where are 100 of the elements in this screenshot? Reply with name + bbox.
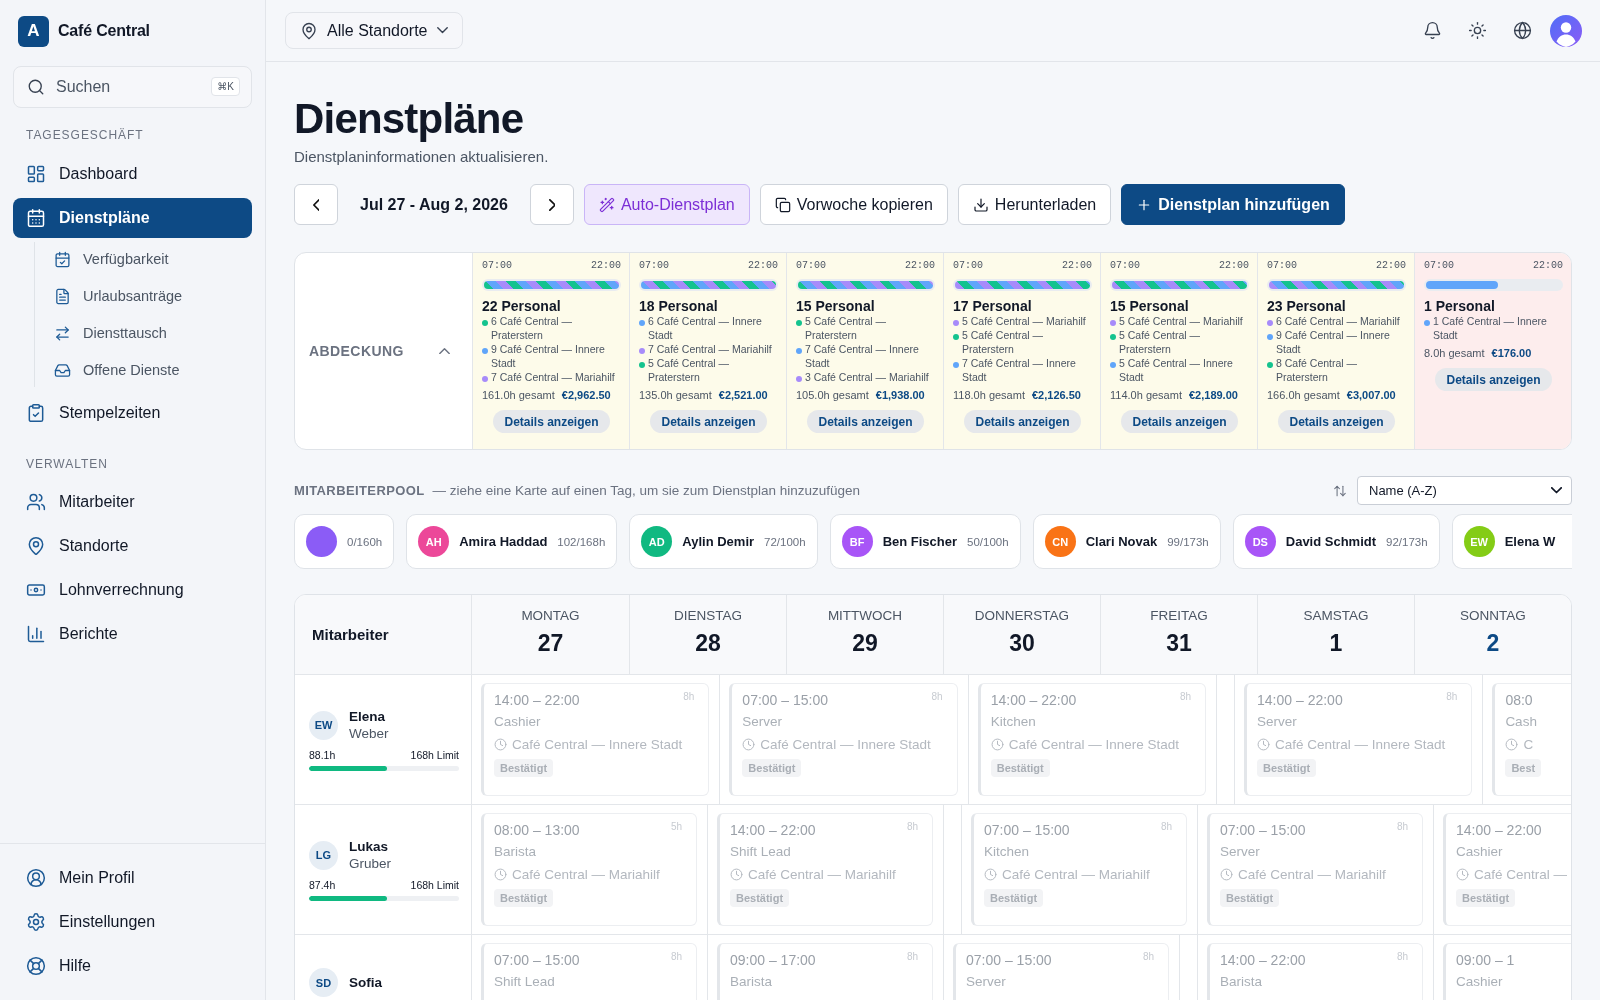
- details-button[interactable]: Details anzeigen: [964, 410, 1081, 433]
- total-cost: €2,189.00: [1188, 388, 1238, 403]
- nav-item[interactable]: Berichte: [13, 614, 252, 654]
- user-circle-icon: [26, 868, 46, 888]
- end-time: 22:00: [748, 260, 778, 272]
- shift-time: 07:00 – 15:00: [966, 951, 1052, 970]
- nav-item[interactable]: Dashboard: [13, 154, 252, 194]
- details-button[interactable]: Details anzeigen: [1278, 410, 1395, 433]
- shift-location: Café Central — Mariahilf: [748, 866, 896, 882]
- nav-item[interactable]: Einstellungen: [13, 902, 252, 942]
- shift-time: 14:00 – 22:00: [494, 691, 580, 710]
- employee-card[interactable]: AD Aylin Demir 72/100h: [629, 514, 818, 569]
- employee-card[interactable]: CN Clari Novak 99/173h: [1032, 514, 1221, 569]
- toolbar-button[interactable]: Dienstplan hinzufügen: [1121, 184, 1345, 225]
- sort-select[interactable]: Name (A-Z): [1357, 476, 1572, 505]
- nav-subitem[interactable]: Verfügbarkeit: [35, 242, 252, 276]
- shift-location: Café Central — Mariahilf: [1238, 866, 1386, 882]
- employee-hours: 102/168h: [557, 535, 606, 548]
- start-time: 07:00: [1424, 260, 1454, 272]
- details-button[interactable]: Details anzeigen: [1435, 368, 1552, 391]
- details-button[interactable]: Details anzeigen: [807, 410, 924, 433]
- end-time: 22:00: [1533, 260, 1563, 272]
- shift-role: Kitchen: [990, 713, 1036, 731]
- details-button[interactable]: Details anzeigen: [650, 410, 767, 433]
- employee-hours: 72/100h: [764, 535, 806, 548]
- status-badge: Bestätigt: [984, 889, 1044, 907]
- shift-location: Café Central — Mariahilf: [1002, 866, 1150, 882]
- toolbar-button[interactable]: Herunterladen: [957, 184, 1112, 225]
- start-time: 07:00: [1110, 260, 1140, 272]
- details-button[interactable]: Details anzeigen: [1121, 410, 1238, 433]
- chevron-left-icon: [312, 198, 320, 211]
- brand-name: Café Central: [58, 22, 150, 40]
- employee-card[interactable]: 0/160h: [294, 514, 395, 569]
- total-cost: €1,938.00: [875, 388, 925, 403]
- coverage-label: ABDECKUNG: [309, 343, 404, 359]
- staff-count: 18 Personal: [639, 298, 719, 314]
- hours-limit: 168h Limit: [410, 878, 459, 892]
- location-count: 5 Café Central — Innere Stadt: [1119, 356, 1234, 384]
- details-button[interactable]: Details anzeigen: [493, 410, 610, 433]
- clipboard-check-icon: [26, 403, 46, 423]
- nav-item[interactable]: Mein Profil: [13, 858, 252, 898]
- employee-card[interactable]: EW Elena W: [1451, 514, 1572, 569]
- status-badge: Bestätigt: [494, 889, 554, 907]
- pool-hint: — ziehe eine Karte auf einen Tag, um sie zum Dienstplan hinzuzufügen: [432, 483, 861, 498]
- chevron-up-icon[interactable]: [439, 347, 450, 355]
- document-icon: [54, 287, 71, 305]
- day-name: SAMSTAG: [1303, 607, 1369, 624]
- day-name: SONNTAG: [1460, 607, 1526, 624]
- nav-subitem[interactable]: Diensttausch: [35, 316, 252, 350]
- shift-role: Cashier: [1456, 843, 1503, 861]
- sun-icon: [1467, 21, 1487, 40]
- settings-icon: [26, 912, 46, 932]
- day-number: 27: [537, 630, 564, 656]
- hours-worked: 87.4h: [309, 878, 336, 892]
- shift-role: Shift Lead: [494, 973, 555, 991]
- toolbar-button[interactable]: Auto-Dienstplan: [583, 184, 750, 225]
- employee-hours: 99/173h: [1167, 535, 1209, 548]
- status-badge: Bestätigt: [730, 889, 790, 907]
- employee-card[interactable]: BF Ben Fischer 50/100h: [829, 514, 1021, 569]
- location-select[interactable]: Alle Standorte: [285, 12, 463, 49]
- nav-item[interactable]: Dienstpläne: [13, 198, 252, 238]
- shift-time: 07:00 – 15:00: [984, 821, 1070, 840]
- nav-item[interactable]: Hilfe: [13, 946, 252, 986]
- copy-icon: [774, 196, 791, 213]
- nav-item[interactable]: Stempelzeiten: [13, 393, 252, 433]
- nav-subitem[interactable]: Urlaubsanträge: [35, 279, 252, 313]
- shift-time: 14:00 – 22:00: [730, 821, 816, 840]
- total-hours: 118.0h gesamt: [953, 388, 1025, 403]
- date-range: Jul 27 - Aug 2, 2026: [359, 195, 509, 214]
- search-icon: [27, 78, 45, 96]
- nav-item[interactable]: Mitarbeiter: [13, 482, 252, 522]
- employee-card[interactable]: DS David Schmidt 92/173h: [1232, 514, 1440, 569]
- shift-role: Cashier: [1456, 973, 1503, 991]
- shift-time: 08:0: [1505, 691, 1533, 710]
- day-number: 28: [695, 630, 721, 656]
- employee-first-name: Sofia: [349, 974, 382, 991]
- start-time: 07:00: [953, 260, 983, 272]
- employee-name: Aylin Demir: [682, 534, 755, 549]
- nav-item[interactable]: Standorte: [13, 526, 252, 566]
- employee-first-name: Elena: [349, 708, 387, 725]
- day-name: FREITAG: [1150, 607, 1208, 624]
- clock-icon: [1505, 737, 1519, 751]
- avatar: EW: [309, 710, 338, 740]
- nav-subitem[interactable]: Offene Dienste: [35, 353, 252, 387]
- hours-worked: 88.1h: [309, 748, 336, 762]
- location-count: 3 Café Central — Mariahilf: [805, 370, 929, 384]
- employee-card[interactable]: AH Amira Haddad 102/168h: [406, 514, 618, 569]
- start-time: 07:00: [796, 260, 826, 272]
- users-icon: [26, 492, 46, 512]
- toolbar-button[interactable]: Vorwoche kopieren: [759, 184, 948, 225]
- avatar: EW: [1463, 526, 1495, 557]
- shift-time: 09:00 – 1: [1456, 951, 1515, 970]
- bar-chart-icon: [26, 624, 46, 644]
- clock-icon: [1220, 867, 1233, 881]
- shift-role: Server: [1257, 713, 1297, 731]
- nav-item[interactable]: Lohnverrechnung: [13, 570, 252, 610]
- location-count: 5 Café Central — Mariahilf: [962, 314, 1086, 328]
- shift-time: 14:00 – 22:00: [990, 691, 1077, 710]
- user-avatar-icon[interactable]: [1550, 14, 1582, 47]
- employee-first-name: Lukas: [349, 838, 390, 855]
